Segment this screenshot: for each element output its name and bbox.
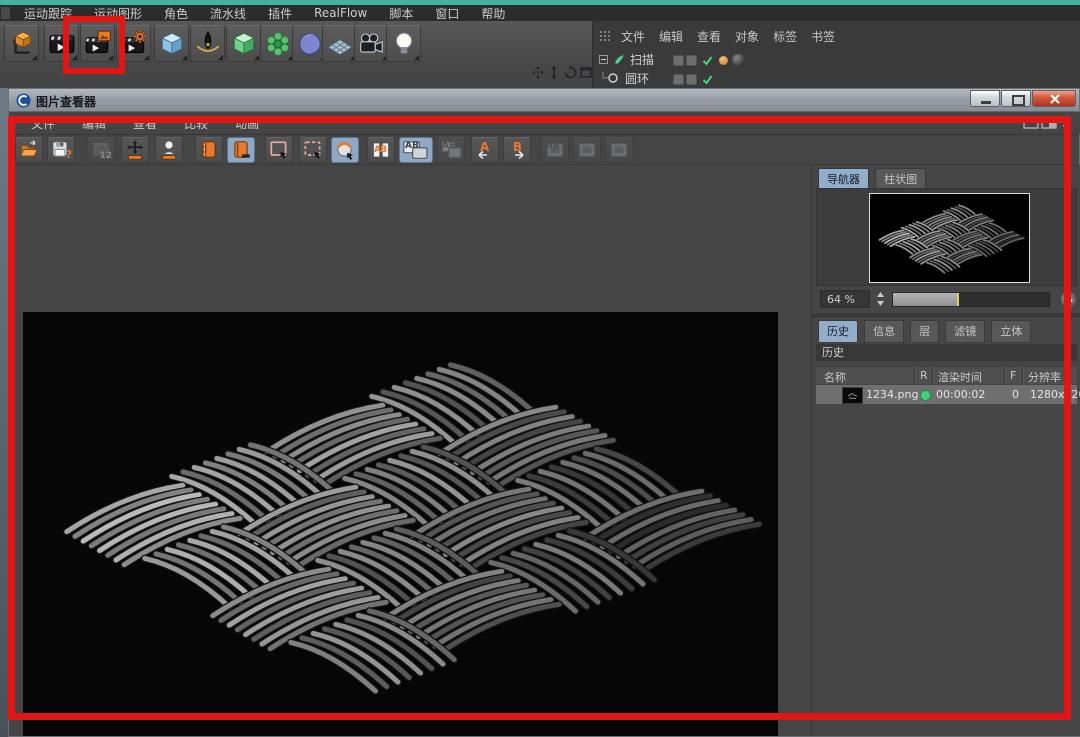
gear-icon	[134, 30, 146, 42]
axis-cube-icon	[8, 30, 36, 58]
object-label: 圆环	[625, 70, 649, 87]
main-menubar: 运动跟踪 运动图形 角色 流水线 插件 RealFlow 脚本 窗口 帮助	[0, 5, 1080, 21]
light-button[interactable]	[386, 25, 421, 62]
menu-item-plugins[interactable]: 插件	[268, 5, 292, 22]
floor-button[interactable]	[322, 25, 357, 62]
enable-check-icon[interactable]	[702, 55, 713, 66]
pan-icon[interactable]	[531, 65, 545, 80]
axis-cube-button[interactable]	[4, 25, 39, 62]
background-window-strip	[0, 88, 8, 737]
editor-visibility-dot[interactable]	[673, 74, 684, 85]
window-controls	[970, 90, 1076, 107]
object-label: 扫描	[630, 51, 654, 68]
object-toggles-circle	[673, 71, 713, 88]
om-menu-bookmarks[interactable]: 书签	[811, 28, 835, 45]
camera-icon	[358, 30, 386, 58]
zoom-icon[interactable]	[547, 65, 561, 80]
om-menu-view[interactable]: 查看	[697, 28, 721, 45]
object-manager-menubar: 文件 编辑 查看 对象 标签 书签	[593, 28, 1080, 44]
picture-viewer-titlebar[interactable]: 图片查看器	[9, 89, 1079, 112]
pen-icon	[194, 30, 222, 58]
editor-visibility-dot[interactable]	[673, 55, 684, 66]
floor-grid-icon	[326, 30, 354, 58]
menu-item-help[interactable]: 帮助	[481, 5, 505, 22]
object-toggles-sweep	[673, 52, 745, 69]
camera-button[interactable]	[354, 25, 389, 62]
sphere-icon	[296, 30, 324, 58]
cinema4d-application: 运动跟踪 运动图形 角色 流水线 插件 RealFlow 脚本 窗口 帮助	[0, 0, 1080, 737]
annotation-box-render-button	[63, 16, 125, 74]
expand-toggle-icon[interactable]	[599, 55, 608, 64]
om-menu-file[interactable]: 文件	[621, 28, 645, 45]
window-title: 图片查看器	[36, 93, 96, 110]
menu-item-window[interactable]: 窗口	[435, 5, 459, 22]
annotation-box-picture-viewer	[8, 116, 1071, 720]
object-row-circle[interactable]: 圆环	[599, 70, 649, 87]
cube-icon	[158, 30, 186, 58]
menu-item-pipeline[interactable]: 流水线	[210, 5, 246, 22]
enable-check-icon[interactable]	[702, 74, 713, 85]
object-row-sweep[interactable]: 扫描	[599, 51, 654, 68]
add-cube-button[interactable]	[154, 25, 189, 62]
rotate-icon[interactable]	[563, 65, 577, 80]
menu-item-realflow[interactable]: RealFlow	[314, 6, 367, 20]
subdivision-surface-button[interactable]	[226, 25, 261, 62]
sweep-object-icon	[613, 53, 626, 66]
om-menu-tags[interactable]: 标签	[773, 28, 797, 45]
render-visibility-dot[interactable]	[686, 55, 697, 66]
minimize-button[interactable]	[970, 90, 1000, 107]
material-ball-icon[interactable]	[732, 54, 745, 67]
spline-pen-button[interactable]	[190, 25, 225, 62]
picture-viewer-app-icon	[16, 93, 31, 108]
render-visibility-dot[interactable]	[686, 74, 697, 85]
texture-tag-icon[interactable]	[719, 56, 728, 65]
pinwheel-icon	[264, 30, 292, 58]
drag-grid-icon	[599, 30, 611, 42]
menu-item-character[interactable]: 角色	[164, 5, 188, 22]
toggle-view-icon[interactable]	[579, 65, 593, 80]
tree-branch-circle-icon	[599, 72, 621, 85]
light-bulb-icon	[390, 30, 418, 58]
close-icon	[1050, 94, 1060, 104]
om-menu-objects[interactable]: 对象	[735, 28, 759, 45]
object-manager: 文件 编辑 查看 对象 标签 书签 扫描	[592, 21, 1080, 88]
menu-item-script[interactable]: 脚本	[389, 5, 413, 22]
om-menu-edit[interactable]: 编辑	[659, 28, 683, 45]
viewport-navigation	[531, 65, 593, 80]
close-button[interactable]	[1032, 90, 1076, 107]
clipped-menu-fragment	[1, 7, 10, 19]
maximize-button[interactable]	[1001, 90, 1031, 107]
deformer-button[interactable]	[260, 25, 295, 62]
green-cube-icon	[230, 30, 258, 58]
